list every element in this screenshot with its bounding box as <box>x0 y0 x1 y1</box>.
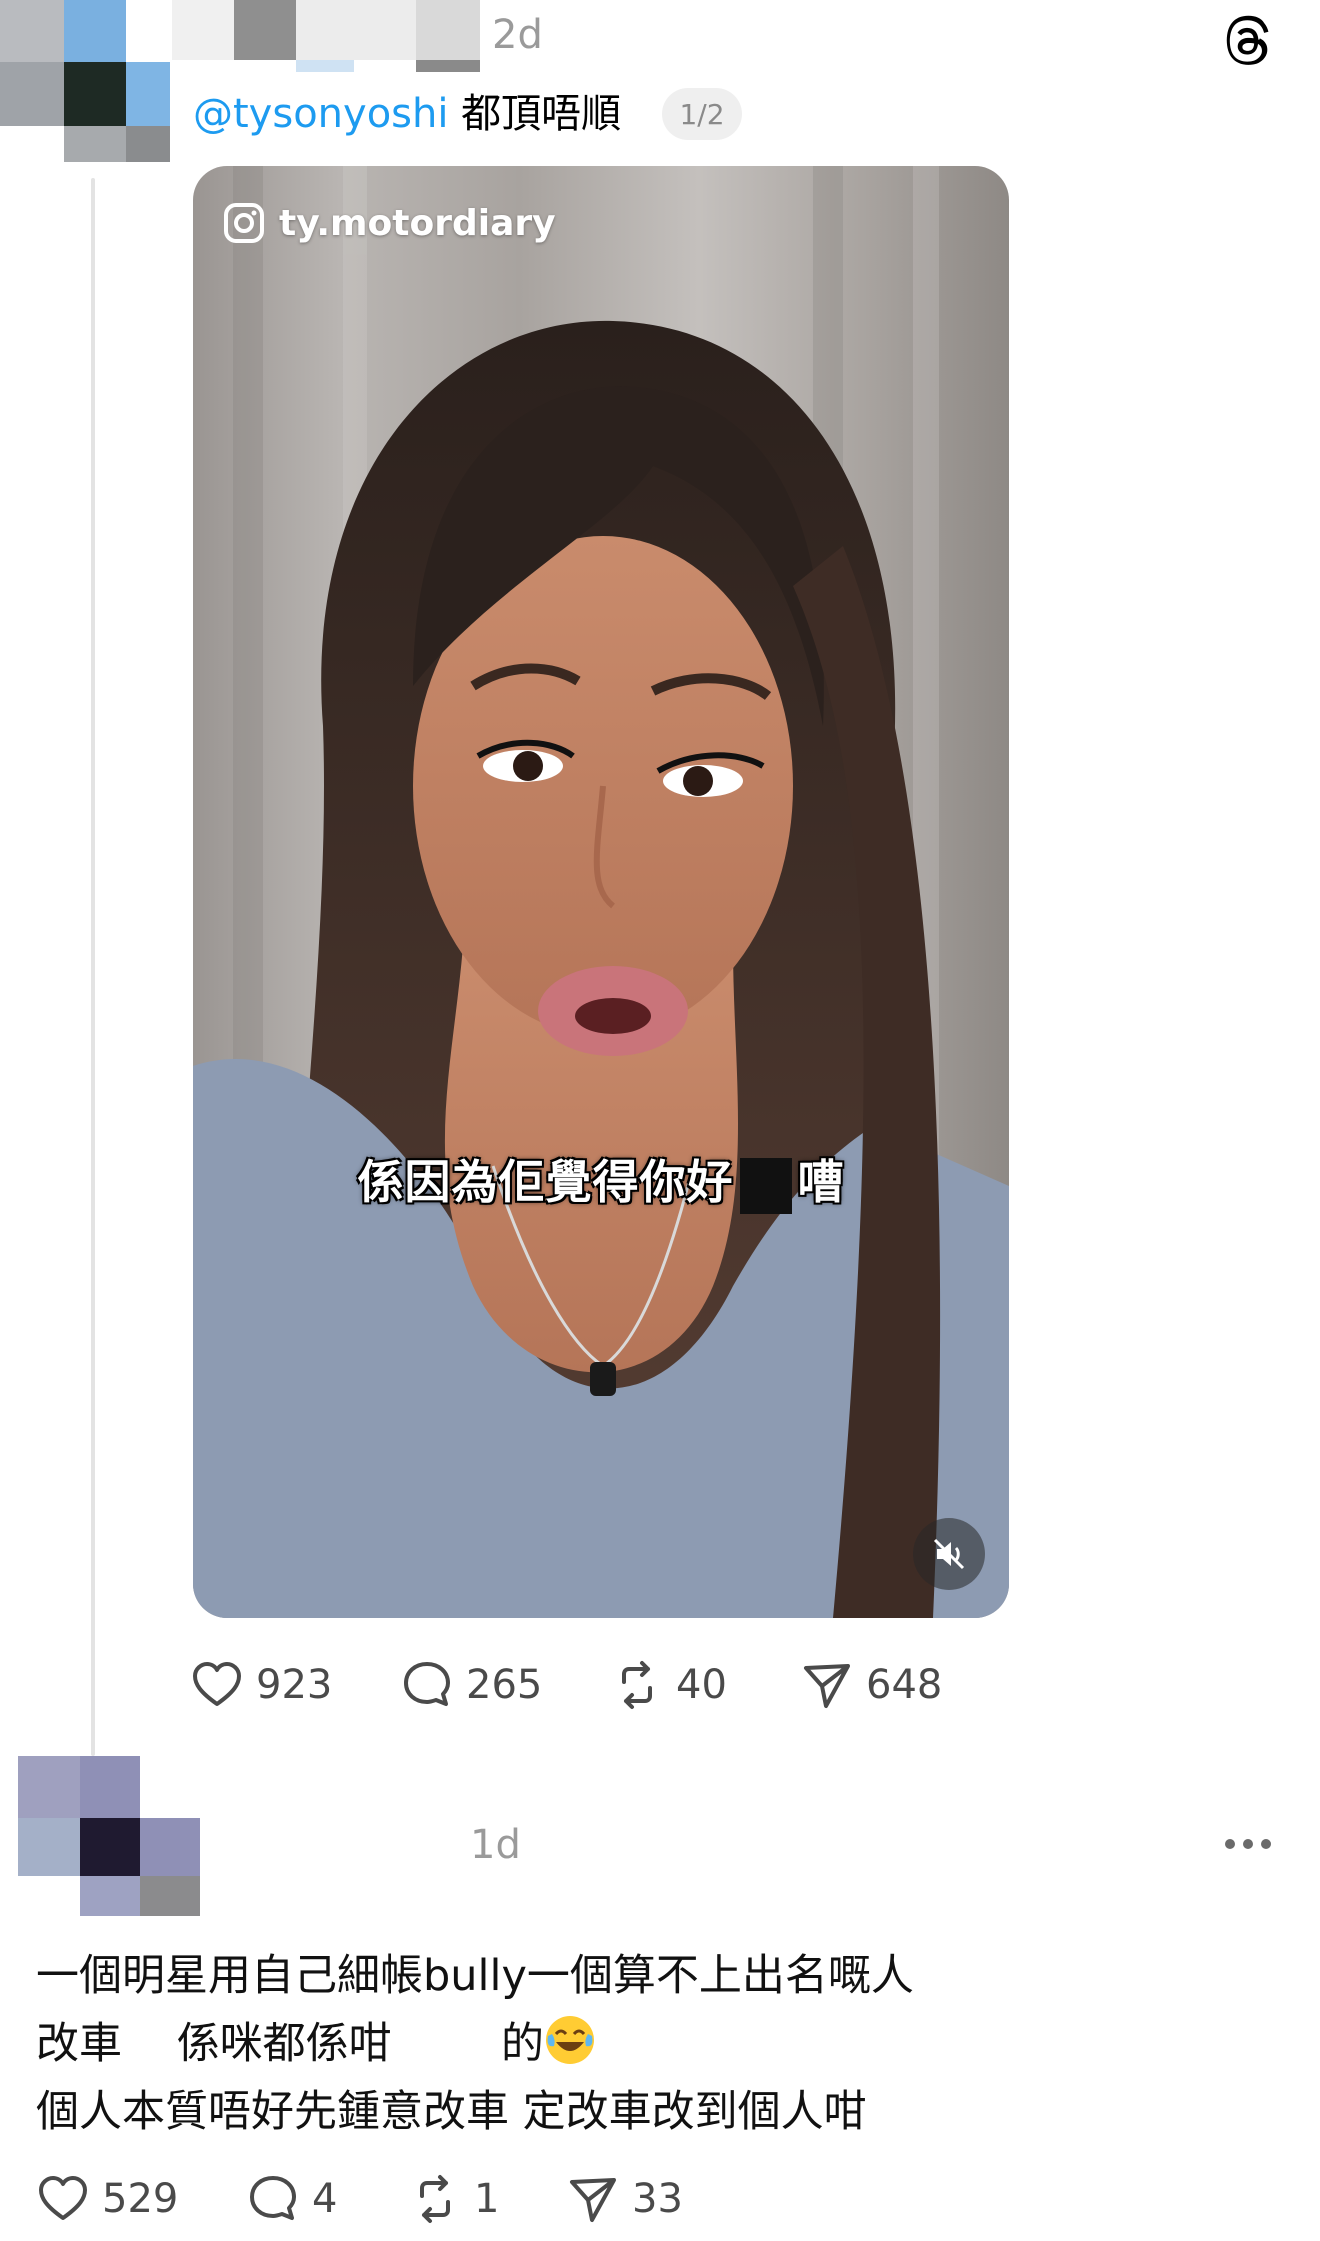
mention-link[interactable]: @tysonyoshi <box>193 91 448 137</box>
reply-line-2b: 係咪都係咁 <box>176 2019 392 2069</box>
reply-line-3: 個人本質唔好先鍾意改車 定改車改到個人咁 <box>36 2087 867 2137</box>
avatar-pixel <box>80 1876 140 1916</box>
reply-comment-button[interactable]: 4 <box>246 2172 337 2226</box>
subtitle-text-before: 係因為佢覺得你好 <box>357 1155 734 1209</box>
username-pixel <box>416 60 480 72</box>
comment-count: 265 <box>466 1662 543 1708</box>
muted-speaker-icon <box>933 1538 965 1570</box>
avatar-pixel <box>126 126 170 162</box>
avatar-pixel <box>126 62 170 126</box>
reply-like-button[interactable]: 529 <box>36 2172 178 2226</box>
reply-line-1: 一個明星用自己細帳bully一個算不上出名嘅人 <box>36 1951 914 2001</box>
more-icon[interactable] <box>1222 1830 1274 1858</box>
reply-share-count: 33 <box>632 2176 683 2222</box>
avatar-pixel <box>64 0 126 62</box>
reply-comment-count: 4 <box>312 2176 338 2222</box>
video-player[interactable]: ty.motordiary 係因為佢覺得你好 嘈 <box>193 166 1009 1618</box>
comment-icon <box>404 1662 450 1706</box>
repost-icon <box>420 2175 450 2223</box>
reply-line-2c: 的 <box>501 2019 545 2069</box>
reply-timestamp: 1d <box>470 1822 521 1868</box>
comment-button[interactable]: 265 <box>400 1658 542 1712</box>
reply-body: 一個明星用自己細帳bully一個算不上出名嘅人 改車 係咪都係咁 的 個人本質唔… <box>36 1942 914 2146</box>
share-icon <box>804 1664 850 1708</box>
avatar-pixel <box>64 126 126 162</box>
reply-repost-count: 1 <box>474 2176 500 2222</box>
repost-count: 40 <box>676 1662 727 1708</box>
username-pixel <box>234 0 296 60</box>
instagram-icon <box>224 203 264 243</box>
avatar-pixel <box>80 1818 140 1876</box>
avatar-pixel <box>64 62 126 126</box>
username-pixel <box>172 0 234 60</box>
reply-repost-button[interactable]: 1 <box>408 2172 499 2226</box>
avatar-pixel <box>0 62 64 126</box>
share-count: 648 <box>866 1662 943 1708</box>
repost-icon <box>622 1661 652 1709</box>
reply-like-count: 529 <box>102 2176 179 2222</box>
video-frame <box>193 166 1009 1618</box>
username-pixel <box>416 0 480 60</box>
subtitle-censor-block <box>739 1158 792 1214</box>
instagram-watermark: ty.motordiary <box>223 202 556 244</box>
share-icon <box>570 2178 616 2222</box>
reply-share-button[interactable]: 33 <box>566 2172 683 2226</box>
username-pixel <box>296 0 416 60</box>
threads-icon[interactable] <box>1220 14 1276 70</box>
avatar-pixel <box>80 1756 140 1818</box>
like-count: 923 <box>256 1662 333 1708</box>
thread-connector-line <box>91 178 95 1756</box>
post-caption-text: 都頂唔順 <box>448 91 622 137</box>
video-subtitle: 係因為佢覺得你好 嘈 <box>193 1146 1009 1214</box>
subtitle-text-after: 嘈 <box>797 1155 845 1209</box>
mute-toggle-button[interactable] <box>913 1518 985 1590</box>
tears-of-joy-emoji <box>546 2016 595 2064</box>
post-caption: @tysonyoshi 都頂唔順 <box>193 86 621 142</box>
like-button[interactable]: 923 <box>190 1658 332 1712</box>
avatar-pixel <box>0 0 64 62</box>
watermark-handle: ty.motordiary <box>279 202 556 244</box>
username-pixel <box>296 60 354 72</box>
post-timestamp: 2d <box>492 12 543 58</box>
share-button[interactable]: 648 <box>800 1658 942 1712</box>
avatar-pixel <box>18 1818 80 1876</box>
avatar-pixel <box>140 1876 200 1916</box>
heart-icon <box>193 1662 241 1706</box>
media-page-counter: 1/2 <box>662 88 742 140</box>
repost-button[interactable]: 40 <box>610 1658 727 1712</box>
avatar-pixel <box>18 1756 80 1818</box>
avatar-pixel <box>140 1818 200 1876</box>
comment-icon <box>250 2176 296 2220</box>
reply-line-2a: 改車 <box>36 2019 122 2069</box>
heart-icon <box>39 2176 87 2220</box>
threads-post-view: 2d @tysonyoshi 都頂唔順 1/2 ty.motordiary 係因… <box>0 0 1320 2241</box>
